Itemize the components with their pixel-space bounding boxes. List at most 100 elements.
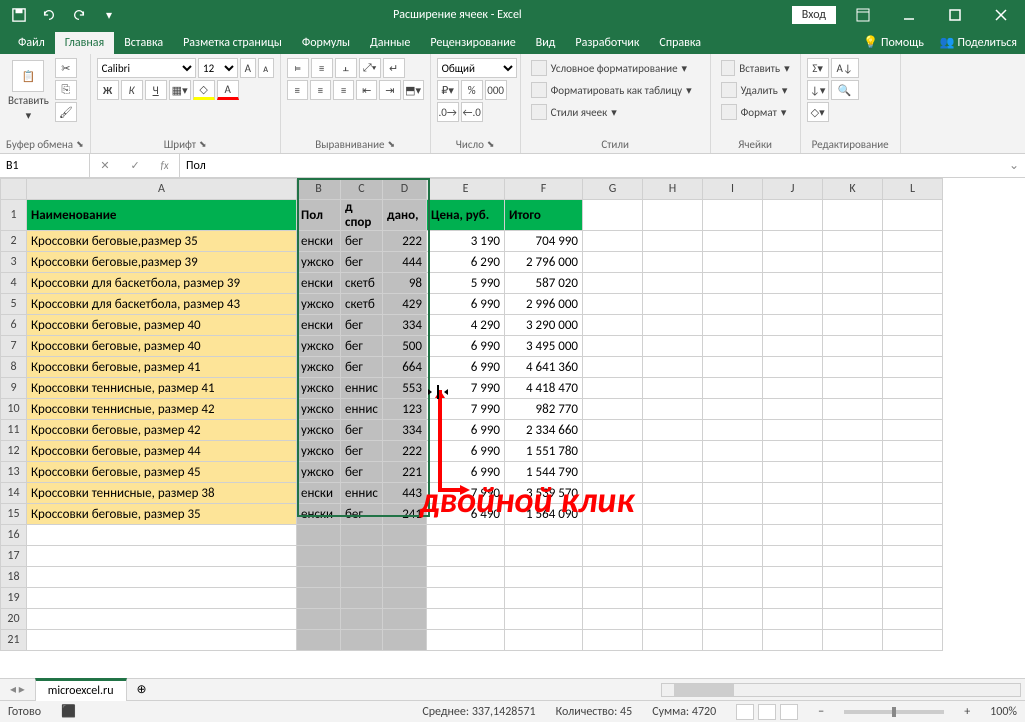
format-painter-icon[interactable]: 🖌	[55, 102, 77, 122]
cell[interactable]: ужско	[297, 336, 341, 357]
cell[interactable]: 6 990	[427, 420, 505, 441]
row-header-21[interactable]: 21	[1, 630, 27, 651]
cell[interactable]: 982 770	[505, 399, 583, 420]
row-header-16[interactable]: 16	[1, 525, 27, 546]
cell[interactable]: 6 990	[427, 462, 505, 483]
add-sheet-icon[interactable]: ⊕	[127, 682, 157, 697]
maximize-icon[interactable]	[936, 1, 974, 29]
sheet-nav[interactable]: ◂ ▸	[0, 682, 35, 697]
accept-formula-icon[interactable]: ✓	[130, 159, 139, 172]
cell[interactable]: 3 290 000	[505, 315, 583, 336]
worksheet[interactable]: ABCDEFGHIJKL1НаименованиеПолд спордано,Ц…	[0, 178, 1025, 678]
cell[interactable]: 98	[383, 273, 427, 294]
cell[interactable]: ужско	[297, 462, 341, 483]
cell[interactable]: Кроссовки беговые, размер 35	[27, 504, 297, 525]
cell[interactable]: енски	[297, 504, 341, 525]
cell[interactable]: Кроссовки беговые, размер 40	[27, 336, 297, 357]
record-macro-icon[interactable]: ⬛	[61, 704, 76, 719]
number-format-select[interactable]: Общий	[437, 58, 517, 78]
cell[interactable]: 3 190	[427, 231, 505, 252]
align-bottom-icon[interactable]: ⫠	[335, 58, 357, 78]
comma-icon[interactable]: 000	[485, 80, 507, 100]
cell[interactable]: 2 996 000	[505, 294, 583, 315]
row-header-8[interactable]: 8	[1, 357, 27, 378]
cell[interactable]: бег	[341, 462, 383, 483]
cell[interactable]: 3 539 570	[505, 483, 583, 504]
cell[interactable]: Кроссовки теннисные, размер 38	[27, 483, 297, 504]
row-header-4[interactable]: 4	[1, 273, 27, 294]
zoom-out-icon[interactable]: −	[818, 705, 824, 719]
cell[interactable]: бег	[341, 315, 383, 336]
cell[interactable]: еннис	[341, 399, 383, 420]
cell[interactable]: 123	[383, 399, 427, 420]
cell[interactable]: 3 495 000	[505, 336, 583, 357]
cell[interactable]: енски	[297, 483, 341, 504]
decrease-indent-icon[interactable]: ⇤	[356, 80, 377, 100]
cell[interactable]: Кроссовки беговые, размер 45	[27, 462, 297, 483]
cell[interactable]: 7 990	[427, 378, 505, 399]
cell[interactable]: ужско	[297, 252, 341, 273]
tell-me-icon[interactable]: 💡 Помощь	[855, 31, 932, 54]
save-icon[interactable]	[5, 1, 33, 29]
col-header-E[interactable]: E	[427, 179, 505, 200]
cell[interactable]: 6 990	[427, 441, 505, 462]
cell[interactable]: 1 544 790	[505, 462, 583, 483]
clear-icon[interactable]: ◇▾	[807, 102, 829, 122]
cell[interactable]: 444	[383, 252, 427, 273]
row-header-6[interactable]: 6	[1, 315, 27, 336]
row-header-17[interactable]: 17	[1, 546, 27, 567]
bold-button[interactable]: Ж	[97, 80, 119, 100]
cancel-formula-icon[interactable]: ✕	[100, 159, 109, 172]
font-size-select[interactable]: 12	[198, 58, 238, 78]
find-icon[interactable]: 🔍	[831, 80, 859, 100]
cell[interactable]: 443	[383, 483, 427, 504]
row-header-2[interactable]: 2	[1, 231, 27, 252]
header-cell[interactable]: Наименование	[27, 200, 297, 231]
select-all-cell[interactable]	[1, 179, 27, 200]
cell[interactable]: 4 290	[427, 315, 505, 336]
tab-3[interactable]: Разметка страницы	[173, 32, 292, 54]
cell[interactable]: бег	[341, 504, 383, 525]
cell[interactable]: 704 990	[505, 231, 583, 252]
cell[interactable]: ужско	[297, 399, 341, 420]
cell[interactable]: еннис	[341, 378, 383, 399]
cell[interactable]: ужско	[297, 357, 341, 378]
cell[interactable]: бег	[341, 441, 383, 462]
cell[interactable]: 5 990	[427, 273, 505, 294]
align-middle-icon[interactable]: ≡	[311, 58, 333, 78]
row-header-3[interactable]: 3	[1, 252, 27, 273]
cell[interactable]: 553	[383, 378, 427, 399]
normal-view-icon[interactable]	[736, 704, 754, 720]
zoom-level[interactable]: 100%	[990, 705, 1017, 719]
cell[interactable]: бег	[341, 252, 383, 273]
cell[interactable]: скетб	[341, 273, 383, 294]
qat-customize-icon[interactable]: ▾	[95, 1, 123, 29]
minimize-icon[interactable]	[890, 1, 928, 29]
row-header-19[interactable]: 19	[1, 588, 27, 609]
formula-input[interactable]: Пол	[180, 157, 1003, 175]
cell[interactable]: 500	[383, 336, 427, 357]
cell[interactable]: 221	[383, 462, 427, 483]
cell[interactable]: 6 490	[427, 504, 505, 525]
cell[interactable]: Кроссовки беговые,размер 35	[27, 231, 297, 252]
cell[interactable]: 241	[383, 504, 427, 525]
row-header-5[interactable]: 5	[1, 294, 27, 315]
row-header-14[interactable]: 14	[1, 483, 27, 504]
fx-icon[interactable]: fx	[160, 159, 168, 172]
format-as-table-button[interactable]: Форматировать как таблицу▾	[527, 80, 704, 100]
redo-icon[interactable]	[65, 1, 93, 29]
decrease-decimal-icon[interactable]: ←.0	[461, 102, 483, 122]
cell[interactable]: еннис	[341, 483, 383, 504]
font-launcher-icon[interactable]: ⬊	[199, 139, 207, 150]
tab-2[interactable]: Вставка	[114, 32, 173, 54]
sort-filter-icon[interactable]: A↓	[831, 58, 859, 78]
delete-cells-button[interactable]: Удалить▾	[717, 80, 794, 100]
cell[interactable]: ужско	[297, 420, 341, 441]
decrease-font-icon[interactable]: ᴀ	[258, 58, 274, 78]
row-header-1[interactable]: 1	[1, 200, 27, 231]
cell[interactable]: бег	[341, 231, 383, 252]
share-button[interactable]: 👥 Поделиться	[932, 31, 1025, 54]
col-header-J[interactable]: J	[763, 179, 823, 200]
col-header-A[interactable]: A	[27, 179, 297, 200]
col-header-D[interactable]: D	[383, 179, 427, 200]
